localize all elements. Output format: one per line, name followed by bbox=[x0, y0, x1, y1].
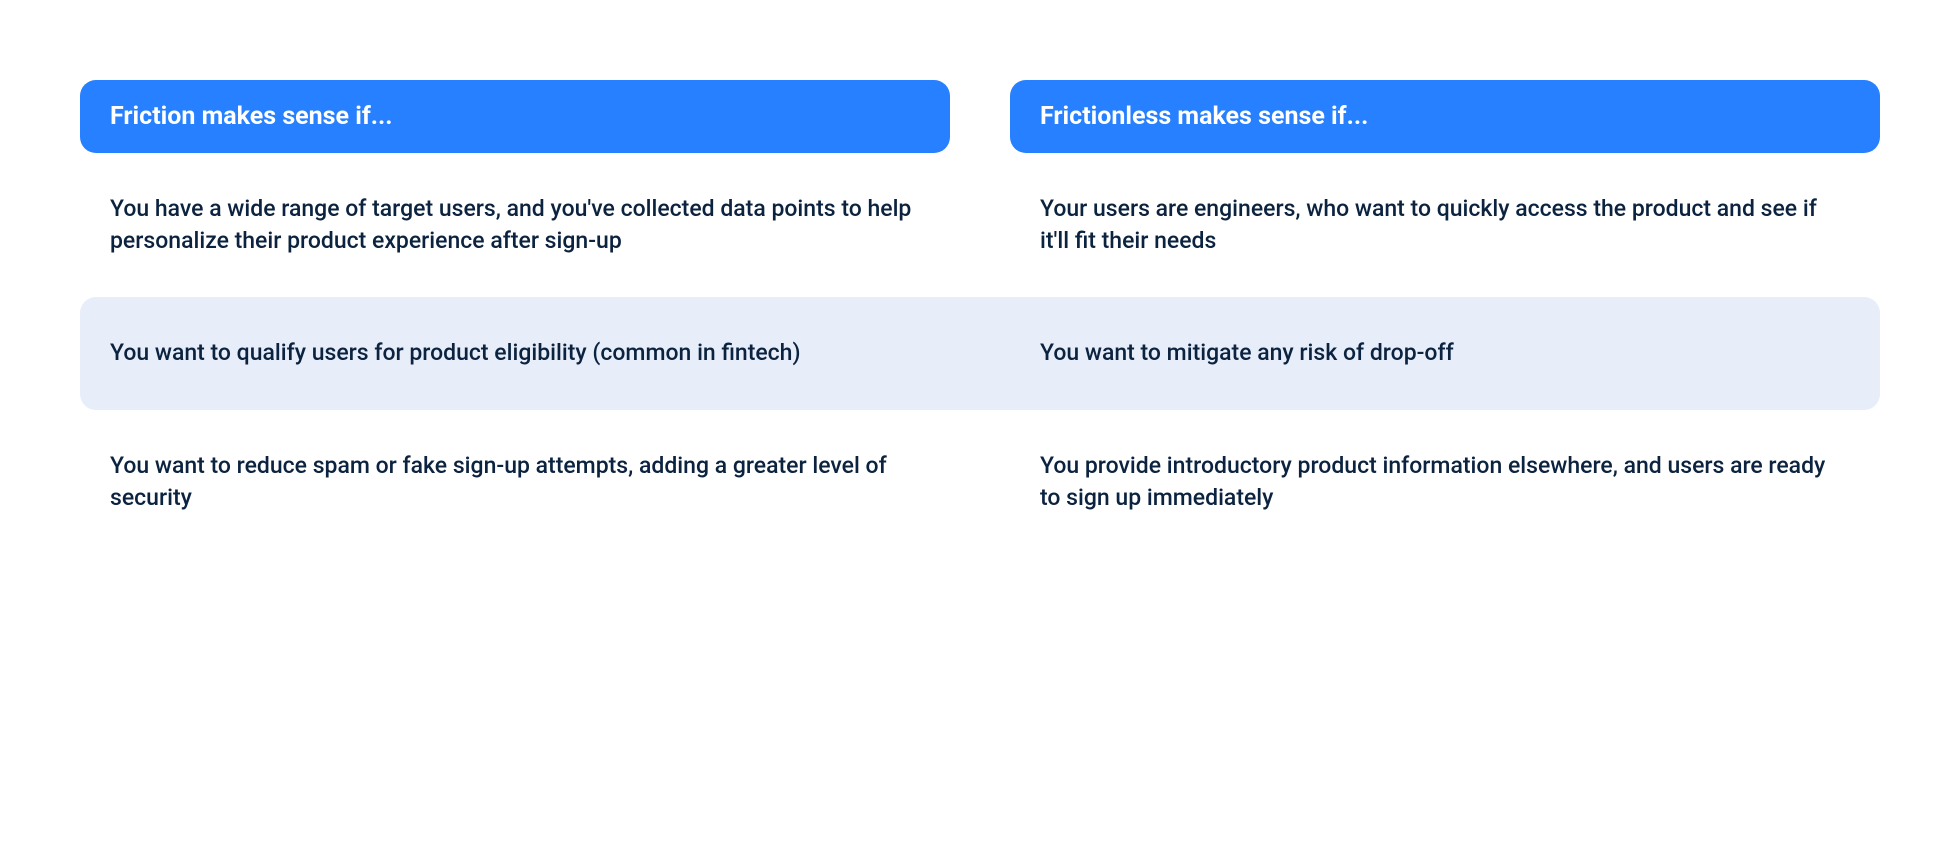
table-cell: You want to reduce spam or fake sign-up … bbox=[80, 410, 950, 554]
table-cell: You want to qualify users for product el… bbox=[80, 297, 950, 409]
table-cell: You want to mitigate any risk of drop-of… bbox=[1010, 297, 1880, 409]
column-header-frictionless: Frictionless makes sense if... bbox=[1010, 80, 1880, 153]
table-row: You have a wide range of target users, a… bbox=[80, 153, 1880, 297]
comparison-table: Friction makes sense if... Frictionless … bbox=[80, 80, 1880, 554]
table-cell: You have a wide range of target users, a… bbox=[80, 153, 950, 297]
table-cell: You provide introductory product informa… bbox=[1010, 410, 1880, 554]
table-row: You want to reduce spam or fake sign-up … bbox=[80, 410, 1880, 554]
table-cell: Your users are engineers, who want to qu… bbox=[1010, 153, 1880, 297]
table-header-row: Friction makes sense if... Frictionless … bbox=[80, 80, 1880, 153]
column-header-friction: Friction makes sense if... bbox=[80, 80, 950, 153]
table-row: You want to qualify users for product el… bbox=[80, 297, 1880, 409]
